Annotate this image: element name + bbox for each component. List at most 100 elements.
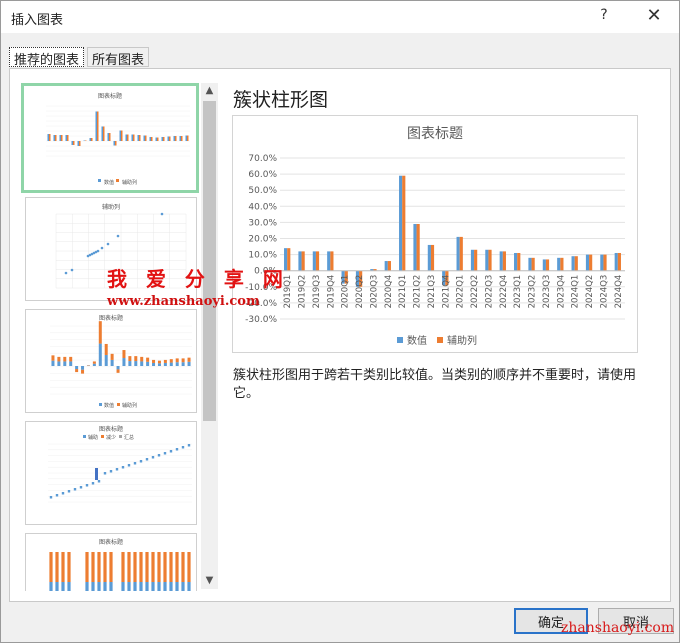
thumb-bar [115, 141, 117, 146]
thumbnail-4-legend-1: 辅助 [88, 434, 98, 441]
chart-thumbnail-clustered-column[interactable]: 图表标题 数值 辅助列 [21, 83, 199, 193]
thumb-bar [79, 141, 81, 146]
help-icon[interactable]: ? [593, 7, 615, 27]
thumb-bar [92, 363, 96, 366]
y-tick-label: 60.0% [248, 170, 277, 180]
bar-2 [545, 259, 550, 271]
thumb-bar [163, 452, 167, 455]
thumb-bar [163, 582, 167, 591]
x-tick-label: 2021Q2 [413, 275, 423, 309]
y-tick-label: 30.0% [248, 218, 277, 228]
thumbnail-1-bars [47, 111, 189, 182]
thumb-bar [127, 552, 131, 582]
chart-thumbnail-waterfall[interactable]: 图表标题 辅助 减少 汇总 [25, 421, 197, 525]
thumb-scatter-point [100, 246, 104, 250]
thumb-legend-swatch [116, 179, 119, 182]
thumb-bar [157, 552, 161, 582]
thumb-bar [92, 361, 96, 364]
thumb-bar [85, 582, 89, 591]
thumb-bar [143, 135, 145, 141]
thumb-bar [122, 350, 126, 359]
x-tick-label: 2019Q3 [312, 275, 322, 309]
thumb-bar [187, 552, 191, 582]
thumb-bar [140, 356, 144, 362]
thumb-bar [91, 138, 93, 141]
thumb-bar [163, 362, 167, 366]
thumb-bar [61, 552, 65, 582]
thumb-bar [185, 135, 187, 141]
x-tick-label: 2024Q4 [614, 275, 624, 309]
thumb-bar [81, 369, 85, 374]
thumb-bar [109, 133, 111, 141]
thumbnail-4-legend-2: 减少 [106, 434, 116, 441]
thumb-bar [101, 126, 103, 141]
bar-2 [617, 252, 621, 271]
thumb-bar [175, 358, 179, 363]
bar-1 [585, 254, 590, 271]
thumb-legend-swatch [101, 435, 104, 438]
thumb-bar [169, 359, 173, 363]
thumb-bar [104, 354, 108, 366]
thumb-bar [85, 484, 89, 487]
chart-preview: 图表标题 70.0% 60.0% 50.0% 40.0% 30.0% 20.0% 10.0%… [232, 115, 638, 353]
chart-thumbnail-stacked-column[interactable]: 图表标题 数值 辅助列 [25, 309, 197, 413]
thumbnail-4-legend-3: 汇总 [124, 434, 134, 441]
thumb-bar [95, 468, 98, 480]
thumbnail-3-legend-1: 数值 [104, 402, 114, 409]
scroll-up-icon[interactable]: ▲ [201, 83, 218, 99]
bar-2 [488, 249, 492, 271]
thumb-bar [175, 448, 179, 451]
tab-recommended-charts[interactable]: 推荐的图表 [9, 47, 85, 68]
thumb-bar [73, 141, 75, 145]
thumb-bar [173, 136, 175, 141]
thumb-bar [125, 134, 127, 141]
thumbnail-4-plot [48, 435, 192, 503]
chart-thumbnail-percent-stacked[interactable]: 图表标题 [25, 533, 197, 591]
thumb-bar [51, 360, 55, 366]
thumbnail-5-title: 图表标题 [99, 538, 123, 546]
thumb-bar [146, 357, 150, 362]
thumb-bar [97, 582, 101, 591]
tab-all-charts[interactable]: 所有图表 [87, 47, 150, 68]
thumb-bar [55, 494, 59, 497]
bar-2 [459, 236, 463, 271]
thumb-bar [97, 480, 101, 483]
thumbnail-3-title: 图表标题 [99, 314, 123, 322]
bar-1 [614, 252, 618, 271]
thumb-bar [151, 582, 155, 591]
thumb-bar [133, 582, 137, 591]
thumb-bar [139, 552, 143, 582]
thumbnail-scrollbar[interactable]: ▲ ▼ [201, 83, 218, 589]
close-icon[interactable]: ✕ [641, 5, 667, 29]
thumb-bar [152, 362, 156, 366]
thumb-bar [121, 582, 125, 591]
thumbnail-3-chart: 图表标题 数值 辅助列 [50, 314, 192, 409]
bar-1 [312, 251, 316, 271]
thumb-bar [175, 136, 177, 141]
scroll-down-icon[interactable]: ▼ [201, 573, 218, 589]
x-tick-label: 2023Q2 [528, 275, 538, 309]
x-tick-label: 2023Q3 [542, 275, 552, 309]
bar-1 [427, 244, 431, 271]
thumb-bar [57, 356, 61, 362]
x-tick-label: 2024Q2 [585, 275, 595, 309]
thumbnail-2-title: 辅助列 [102, 203, 120, 211]
thumb-bar [109, 470, 113, 473]
thumb-bar [49, 582, 53, 591]
thumb-bar [67, 135, 69, 141]
chart-legend: 数值 辅助列 [397, 334, 477, 347]
thumb-bar [91, 482, 95, 485]
thumb-bar [77, 141, 79, 146]
thumb-bar [134, 356, 138, 362]
thumb-bar [69, 356, 73, 362]
thumb-bar [63, 356, 67, 362]
thumb-bar [49, 134, 51, 141]
thumb-bar [85, 140, 87, 141]
thumb-bar [91, 552, 95, 582]
thumb-bar [127, 464, 131, 467]
scrollbar-thumb[interactable] [203, 101, 216, 421]
bar-2 [387, 261, 391, 271]
bar-1 [470, 249, 475, 271]
thumb-bar [67, 490, 71, 493]
thumb-bar [181, 446, 185, 449]
